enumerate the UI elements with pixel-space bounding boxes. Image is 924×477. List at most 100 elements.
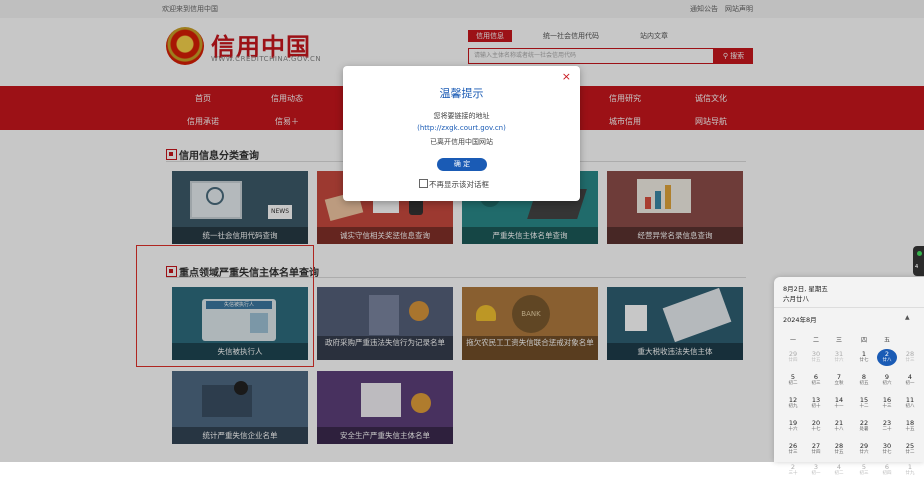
lunar-day: 廿六 [834, 358, 844, 363]
calendar-day[interactable]: 27 廿四 [806, 443, 826, 456]
day-number: 11 [905, 396, 915, 404]
confirm-button[interactable]: 确 定 [437, 158, 487, 171]
checkbox-icon[interactable] [419, 179, 428, 188]
weather-temp: 4 [915, 264, 919, 270]
day-number: 7 [836, 373, 842, 381]
dialog-leaving-text: 已离开信用中国网站 [430, 138, 493, 146]
lunar-day: 十一 [834, 404, 844, 409]
calendar-today[interactable]: 2 廿八 [877, 349, 897, 366]
day-number: 28 [905, 350, 915, 358]
day-number: 9 [884, 373, 890, 381]
day-number: 4 [907, 373, 913, 381]
lunar-day: 廿四 [788, 358, 798, 363]
day-number: 1 [861, 350, 867, 358]
lunar-day: 初三 [811, 381, 821, 386]
calendar-day[interactable]: 25 廿二 [900, 443, 920, 456]
day-number: 19 [788, 419, 798, 427]
external-link-dialog: × 温馨提示 您将要链接的地址 (http://zxgk.court.gov.c… [343, 66, 580, 201]
calendar-day[interactable]: 31 廿六 [829, 351, 849, 364]
day-number: 5 [861, 463, 867, 471]
day-number: 25 [905, 442, 915, 450]
divider [774, 307, 924, 308]
calendar-day[interactable]: 1 廿九 [900, 464, 920, 477]
day-number: 13 [811, 396, 821, 404]
close-icon[interactable]: × [562, 70, 571, 83]
calendar-day[interactable]: 13 初十 [806, 397, 826, 410]
calendar-day[interactable]: 30 廿五 [806, 351, 826, 364]
calendar-day[interactable]: 14 十一 [829, 397, 849, 410]
day-number: 30 [882, 442, 892, 450]
calendar-day[interactable]: 1 廿七 [854, 351, 874, 364]
day-number: 6 [813, 373, 819, 381]
calendar-day[interactable]: 18 十五 [900, 420, 920, 433]
calendar-day[interactable]: 21 十八 [829, 420, 849, 433]
calendar-day[interactable]: 16 十三 [877, 397, 897, 410]
day-number: 3 [813, 463, 819, 471]
day-number: 18 [905, 419, 915, 427]
day-number: 5 [790, 373, 796, 381]
lunar-day: 十三 [882, 404, 892, 409]
dialog-message: 您将要链接的地址 [433, 112, 490, 120]
lunar-day: 初二 [834, 471, 844, 476]
calendar-day[interactable]: 19 十六 [783, 420, 803, 433]
weekday-label: 四 [860, 337, 867, 344]
calendar-day[interactable]: 4 初一 [900, 374, 920, 387]
day-number: 2 [884, 350, 890, 358]
calendar-day[interactable]: 6 初三 [806, 374, 826, 387]
calendar-flyout: 8月2日, 星期五 六月廿八 2024年8月 ▲ 一二三四五 29 廿四 30 廿五 31… [774, 277, 924, 476]
calendar-day[interactable]: 5 初二 [783, 374, 803, 387]
calendar-day[interactable]: 28 廿三 [900, 351, 920, 364]
day-number: 29 [788, 350, 798, 358]
calendar-month[interactable]: 2024年8月 [783, 314, 817, 324]
lunar-day: 初八 [905, 404, 915, 409]
weather-widget[interactable]: 4 [913, 246, 924, 276]
calendar-lunar-date: 六月廿八 [783, 295, 809, 303]
lunar-day: 初三 [859, 471, 869, 476]
day-number: 20 [811, 419, 821, 427]
day-number: 28 [834, 442, 844, 450]
dialog-title: 温馨提示 [439, 87, 484, 100]
calendar-day[interactable]: 2 三十 [783, 464, 803, 477]
chevron-up-icon[interactable]: ▲ [905, 314, 910, 321]
calendar-day[interactable]: 30 廿七 [877, 443, 897, 456]
day-number: 1 [907, 463, 913, 471]
lunar-day: 十二 [859, 404, 869, 409]
lunar-day: 三十 [788, 471, 798, 476]
day-number: 16 [882, 396, 892, 404]
day-number: 6 [884, 463, 890, 471]
weekday-label: 三 [835, 337, 842, 344]
calendar-day[interactable]: 5 初三 [854, 464, 874, 477]
day-number: 15 [859, 396, 869, 404]
lunar-day: 初十 [811, 404, 821, 409]
status-dot-icon [917, 251, 922, 256]
calendar-day[interactable]: 3 初一 [806, 464, 826, 477]
calendar-day[interactable]: 26 廿三 [783, 443, 803, 456]
day-number: 23 [882, 419, 892, 427]
calendar-day[interactable]: 29 廿四 [783, 351, 803, 364]
lunar-day: 十七 [811, 427, 821, 432]
calendar-day[interactable]: 20 十七 [806, 420, 826, 433]
calendar-day[interactable]: 23 二十 [877, 420, 897, 433]
calendar-day[interactable]: 22 处暑 [854, 420, 874, 433]
lunar-day: 初一 [905, 381, 915, 386]
calendar-day[interactable]: 4 初二 [829, 464, 849, 477]
day-number: 27 [811, 442, 821, 450]
calendar-day[interactable]: 11 初八 [900, 397, 920, 410]
calendar-day[interactable]: 29 廿六 [854, 443, 874, 456]
dont-show-again-checkbox[interactable]: 不再显示该对话框 [419, 179, 489, 190]
calendar-day[interactable]: 15 十二 [854, 397, 874, 410]
lunar-day: 初四 [882, 471, 892, 476]
weekday-label: 二 [812, 337, 819, 344]
calendar-day[interactable]: 12 初九 [783, 397, 803, 410]
calendar-day[interactable]: 7 立秋 [829, 374, 849, 387]
day-number: 12 [788, 396, 798, 404]
day-number: 26 [788, 442, 798, 450]
day-number: 29 [859, 442, 869, 450]
lunar-day: 初五 [859, 381, 869, 386]
calendar-day[interactable]: 28 廿五 [829, 443, 849, 456]
lunar-day: 廿六 [859, 450, 869, 455]
calendar-date: 8月2日, 星期五 [783, 285, 828, 293]
calendar-day[interactable]: 9 初六 [877, 374, 897, 387]
calendar-day[interactable]: 8 初五 [854, 374, 874, 387]
calendar-day[interactable]: 6 初四 [877, 464, 897, 477]
